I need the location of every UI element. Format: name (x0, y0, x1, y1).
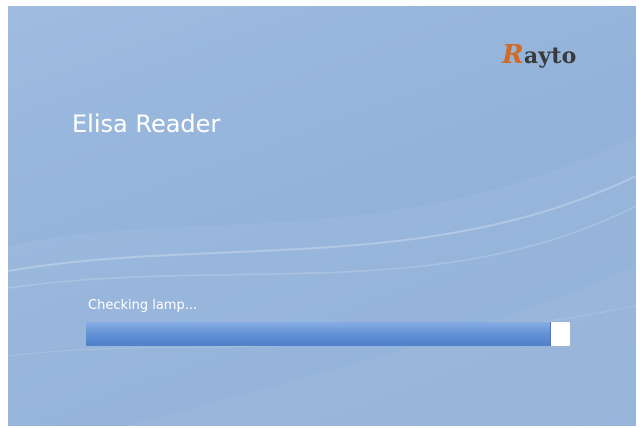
loading-progress-bar (86, 322, 570, 346)
app-title: Elisa Reader (72, 110, 221, 138)
loading-status-text: Checking lamp... (88, 298, 198, 313)
rayto-logo: Rayto (502, 40, 577, 70)
logo-text: ayto (523, 43, 577, 69)
progress-fill (86, 322, 551, 346)
logo-mark: R (502, 40, 524, 70)
splash-screen: Rayto Elisa Reader Checking lamp... (8, 6, 636, 426)
